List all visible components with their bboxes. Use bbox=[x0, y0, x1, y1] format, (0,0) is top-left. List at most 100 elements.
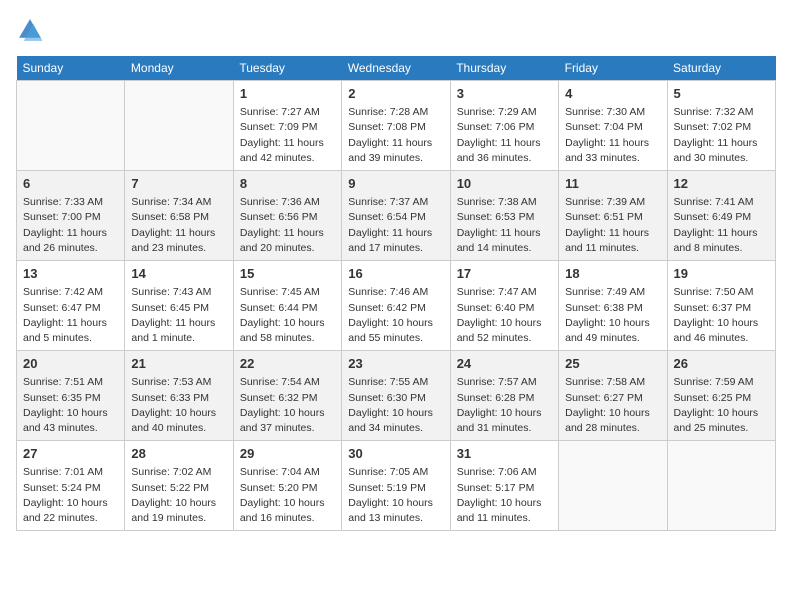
day-number: 13 bbox=[23, 265, 118, 283]
page-header bbox=[16, 16, 776, 44]
day-info: Sunrise: 7:59 AM Sunset: 6:25 PM Dayligh… bbox=[674, 375, 769, 436]
calendar-cell: 19 Sunrise: 7:50 AM Sunset: 6:37 PM Dayli… bbox=[667, 261, 775, 351]
calendar-cell: 22Sunrise: 7:54 AM Sunset: 6:32 PM Dayli… bbox=[233, 351, 341, 441]
day-number: 7 bbox=[131, 175, 226, 193]
day-number: 2 bbox=[348, 85, 443, 103]
calendar-cell: 12 Sunrise: 7:41 AM Sunset: 6:49 PM Dayli… bbox=[667, 171, 775, 261]
day-number: 17 bbox=[457, 265, 552, 283]
calendar-cell: 14 Sunrise: 7:43 AM Sunset: 6:45 PM Dayli… bbox=[125, 261, 233, 351]
day-number: 11 bbox=[565, 175, 660, 193]
calendar-cell: 8 Sunrise: 7:36 AM Sunset: 6:56 PM Daylig… bbox=[233, 171, 341, 261]
weekday-header-cell: Monday bbox=[125, 56, 233, 81]
day-info: Sunrise: 7:06 AM Sunset: 5:17 PM Dayligh… bbox=[457, 465, 552, 526]
calendar-cell: 21 Sunrise: 7:53 AM Sunset: 6:33 PM Dayli… bbox=[125, 351, 233, 441]
calendar-cell bbox=[667, 441, 775, 531]
day-info: Sunrise: 7:05 AM Sunset: 5:19 PM Dayligh… bbox=[348, 465, 443, 526]
day-number: 10 bbox=[457, 175, 552, 193]
calendar-cell: 28 Sunrise: 7:02 AM Sunset: 5:22 PM Dayli… bbox=[125, 441, 233, 531]
day-number: 3 bbox=[457, 85, 552, 103]
weekday-header-cell: Thursday bbox=[450, 56, 558, 81]
calendar-cell: 30Sunrise: 7:05 AM Sunset: 5:19 PM Dayli… bbox=[342, 441, 450, 531]
day-number: 21 bbox=[131, 355, 226, 373]
day-info: Sunrise: 7:04 AM Sunset: 5:20 PM Dayligh… bbox=[240, 465, 335, 526]
calendar-cell: 11 Sunrise: 7:39 AM Sunset: 6:51 PM Dayli… bbox=[559, 171, 667, 261]
day-info: Sunrise: 7:02 AM Sunset: 5:22 PM Dayligh… bbox=[131, 465, 226, 526]
day-info: Sunrise: 7:43 AM Sunset: 6:45 PM Dayligh… bbox=[131, 285, 226, 346]
day-number: 24 bbox=[457, 355, 552, 373]
day-number: 28 bbox=[131, 445, 226, 463]
calendar-week-row: 27 Sunrise: 7:01 AM Sunset: 5:24 PM Dayli… bbox=[17, 441, 776, 531]
day-info: Sunrise: 7:36 AM Sunset: 6:56 PM Dayligh… bbox=[240, 195, 335, 256]
day-number: 19 bbox=[674, 265, 769, 283]
day-info: Sunrise: 7:50 AM Sunset: 6:37 PM Dayligh… bbox=[674, 285, 769, 346]
day-info: Sunrise: 7:41 AM Sunset: 6:49 PM Dayligh… bbox=[674, 195, 769, 256]
day-info: Sunrise: 7:30 AM Sunset: 7:04 PM Dayligh… bbox=[565, 105, 660, 166]
day-number: 1 bbox=[240, 85, 335, 103]
day-info: Sunrise: 7:38 AM Sunset: 6:53 PM Dayligh… bbox=[457, 195, 552, 256]
day-info: Sunrise: 7:53 AM Sunset: 6:33 PM Dayligh… bbox=[131, 375, 226, 436]
weekday-header-cell: Sunday bbox=[17, 56, 125, 81]
logo-icon bbox=[16, 16, 44, 44]
calendar-cell: 18Sunrise: 7:49 AM Sunset: 6:38 PM Dayli… bbox=[559, 261, 667, 351]
day-info: Sunrise: 7:32 AM Sunset: 7:02 PM Dayligh… bbox=[674, 105, 769, 166]
calendar-cell: 23 Sunrise: 7:55 AM Sunset: 6:30 PM Dayli… bbox=[342, 351, 450, 441]
day-number: 27 bbox=[23, 445, 118, 463]
weekday-header-row: SundayMondayTuesdayWednesdayThursdayFrid… bbox=[17, 56, 776, 81]
day-info: Sunrise: 7:51 AM Sunset: 6:35 PM Dayligh… bbox=[23, 375, 118, 436]
day-number: 14 bbox=[131, 265, 226, 283]
calendar-cell: 3 Sunrise: 7:29 AM Sunset: 7:06 PM Daylig… bbox=[450, 81, 558, 171]
calendar-cell: 26 Sunrise: 7:59 AM Sunset: 6:25 PM Dayli… bbox=[667, 351, 775, 441]
calendar-cell: 17 Sunrise: 7:47 AM Sunset: 6:40 PM Dayli… bbox=[450, 261, 558, 351]
calendar-cell: 2Sunrise: 7:28 AM Sunset: 7:08 PM Daylig… bbox=[342, 81, 450, 171]
day-number: 26 bbox=[674, 355, 769, 373]
weekday-header-cell: Tuesday bbox=[233, 56, 341, 81]
day-info: Sunrise: 7:33 AM Sunset: 7:00 PM Dayligh… bbox=[23, 195, 118, 256]
day-number: 5 bbox=[674, 85, 769, 103]
calendar-cell: 13 Sunrise: 7:42 AM Sunset: 6:47 PM Dayli… bbox=[17, 261, 125, 351]
day-info: Sunrise: 7:34 AM Sunset: 6:58 PM Dayligh… bbox=[131, 195, 226, 256]
day-info: Sunrise: 7:49 AM Sunset: 6:38 PM Dayligh… bbox=[565, 285, 660, 346]
calendar-table: SundayMondayTuesdayWednesdayThursdayFrid… bbox=[16, 56, 776, 531]
calendar-cell: 31 Sunrise: 7:06 AM Sunset: 5:17 PM Dayli… bbox=[450, 441, 558, 531]
calendar-week-row: 13 Sunrise: 7:42 AM Sunset: 6:47 PM Dayli… bbox=[17, 261, 776, 351]
day-info: Sunrise: 7:58 AM Sunset: 6:27 PM Dayligh… bbox=[565, 375, 660, 436]
day-number: 8 bbox=[240, 175, 335, 193]
day-info: Sunrise: 7:45 AM Sunset: 6:44 PM Dayligh… bbox=[240, 285, 335, 346]
day-info: Sunrise: 7:46 AM Sunset: 6:42 PM Dayligh… bbox=[348, 285, 443, 346]
day-info: Sunrise: 7:39 AM Sunset: 6:51 PM Dayligh… bbox=[565, 195, 660, 256]
day-number: 22 bbox=[240, 355, 335, 373]
day-number: 9 bbox=[348, 175, 443, 193]
calendar-cell: 29 Sunrise: 7:04 AM Sunset: 5:20 PM Dayli… bbox=[233, 441, 341, 531]
calendar-cell: 1Sunrise: 7:27 AM Sunset: 7:09 PM Daylig… bbox=[233, 81, 341, 171]
calendar-cell bbox=[559, 441, 667, 531]
day-number: 31 bbox=[457, 445, 552, 463]
day-number: 16 bbox=[348, 265, 443, 283]
calendar-cell: 4Sunrise: 7:30 AM Sunset: 7:04 PM Daylig… bbox=[559, 81, 667, 171]
calendar-cell: 5 Sunrise: 7:32 AM Sunset: 7:02 PM Daylig… bbox=[667, 81, 775, 171]
calendar-cell: 24 Sunrise: 7:57 AM Sunset: 6:28 PM Dayli… bbox=[450, 351, 558, 441]
weekday-header-cell: Wednesday bbox=[342, 56, 450, 81]
day-info: Sunrise: 7:01 AM Sunset: 5:24 PM Dayligh… bbox=[23, 465, 118, 526]
calendar-cell: 6Sunrise: 7:33 AM Sunset: 7:00 PM Daylig… bbox=[17, 171, 125, 261]
calendar-cell: 27 Sunrise: 7:01 AM Sunset: 5:24 PM Dayli… bbox=[17, 441, 125, 531]
day-info: Sunrise: 7:47 AM Sunset: 6:40 PM Dayligh… bbox=[457, 285, 552, 346]
day-number: 23 bbox=[348, 355, 443, 373]
day-number: 12 bbox=[674, 175, 769, 193]
day-info: Sunrise: 7:55 AM Sunset: 6:30 PM Dayligh… bbox=[348, 375, 443, 436]
day-info: Sunrise: 7:42 AM Sunset: 6:47 PM Dayligh… bbox=[23, 285, 118, 346]
calendar-week-row: 20 Sunrise: 7:51 AM Sunset: 6:35 PM Dayli… bbox=[17, 351, 776, 441]
weekday-header-cell: Saturday bbox=[667, 56, 775, 81]
calendar-cell: 9Sunrise: 7:37 AM Sunset: 6:54 PM Daylig… bbox=[342, 171, 450, 261]
day-number: 15 bbox=[240, 265, 335, 283]
calendar-cell: 7 Sunrise: 7:34 AM Sunset: 6:58 PM Daylig… bbox=[125, 171, 233, 261]
calendar-cell: 20 Sunrise: 7:51 AM Sunset: 6:35 PM Dayli… bbox=[17, 351, 125, 441]
calendar-week-row: 6Sunrise: 7:33 AM Sunset: 7:00 PM Daylig… bbox=[17, 171, 776, 261]
calendar-cell: 10 Sunrise: 7:38 AM Sunset: 6:53 PM Dayli… bbox=[450, 171, 558, 261]
calendar-week-row: 1Sunrise: 7:27 AM Sunset: 7:09 PM Daylig… bbox=[17, 81, 776, 171]
calendar-cell: 16 Sunrise: 7:46 AM Sunset: 6:42 PM Dayli… bbox=[342, 261, 450, 351]
weekday-header-cell: Friday bbox=[559, 56, 667, 81]
day-info: Sunrise: 7:57 AM Sunset: 6:28 PM Dayligh… bbox=[457, 375, 552, 436]
day-number: 20 bbox=[23, 355, 118, 373]
day-info: Sunrise: 7:29 AM Sunset: 7:06 PM Dayligh… bbox=[457, 105, 552, 166]
day-number: 29 bbox=[240, 445, 335, 463]
